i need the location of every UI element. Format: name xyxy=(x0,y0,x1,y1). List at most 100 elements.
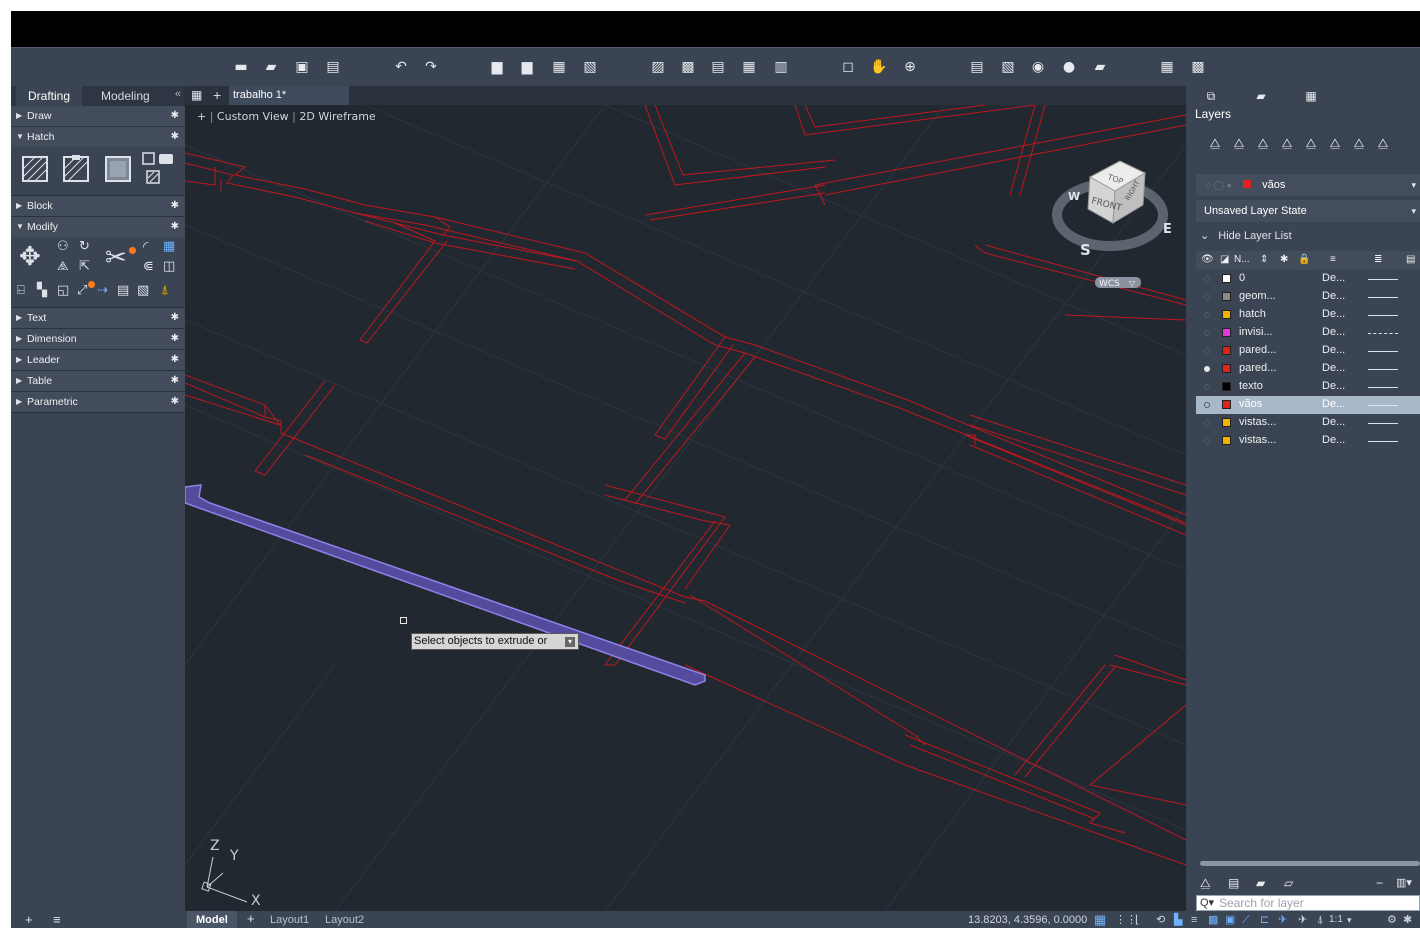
layer-color-swatch[interactable] xyxy=(1222,292,1231,301)
lineweight-column-icon[interactable]: ≣ xyxy=(1374,254,1382,265)
current-indicator-icon[interactable] xyxy=(1204,366,1210,372)
tab-layout1[interactable]: Layout1 xyxy=(270,913,309,927)
annotation-scale-icon[interactable]: ⍋ xyxy=(1317,913,1324,927)
layer-color-swatch[interactable] xyxy=(1222,418,1231,427)
open-icon[interactable]: ▰ xyxy=(262,58,280,76)
copy-icon[interactable]: ⚇ xyxy=(57,239,69,254)
save-icon[interactable]: ▣ xyxy=(293,58,311,76)
layer-row[interactable]: vãos De... xyxy=(1196,396,1420,414)
auto-scale-icon[interactable]: ✈ xyxy=(1298,913,1307,927)
gear-icon[interactable]: ✱ xyxy=(171,217,179,237)
import-icon[interactable]: ▨ xyxy=(649,58,667,76)
layer-color-swatch[interactable] xyxy=(1222,310,1231,319)
viewport-menu-button[interactable]: + xyxy=(197,110,206,123)
layer-linetype[interactable]: De... xyxy=(1322,344,1345,356)
matchprop-icon[interactable]: ▥ xyxy=(772,58,790,76)
layer-tool-icon-5[interactable]: ⧋ xyxy=(1302,134,1320,152)
lock-column-icon[interactable]: 🔒 xyxy=(1298,254,1310,265)
file-tab[interactable]: trabalho 1* xyxy=(229,86,349,105)
layer-linetype[interactable]: De... xyxy=(1322,380,1345,392)
xref-icon[interactable]: ▤ xyxy=(709,58,727,76)
layer-color-swatch[interactable] xyxy=(1222,328,1231,337)
hide-layer-list-toggle[interactable]: ⌄ Hide Layer List xyxy=(1200,229,1292,242)
grid-icon[interactable]: ▦ xyxy=(1094,913,1106,927)
name-column-header[interactable]: N... xyxy=(1234,254,1250,265)
gear-icon[interactable]: ✱ xyxy=(171,308,179,328)
boundary-icon[interactable] xyxy=(104,155,132,183)
layer-tool-icon-8[interactable]: ⧋ xyxy=(1374,134,1392,152)
annotation-scale-value[interactable]: 1:1 xyxy=(1329,913,1343,927)
dynamic-ucs-icon[interactable]: ⊏ xyxy=(1260,913,1269,927)
open-folder-icon[interactable]: ▰ xyxy=(1256,876,1265,890)
columns-menu-icon[interactable]: ▥▾ xyxy=(1396,876,1412,889)
gear-icon[interactable]: ✱ xyxy=(171,350,179,370)
view-name[interactable]: Custom View xyxy=(217,110,289,123)
coordinates-readout[interactable]: 13.8203, 4.3596, 0.0000 xyxy=(968,913,1087,927)
plot-icon[interactable]: ▆ xyxy=(488,58,506,76)
layer-linetype[interactable]: De... xyxy=(1322,272,1345,284)
gear-icon[interactable]: ✱ xyxy=(171,196,179,216)
freeze-column-icon[interactable]: ✱ xyxy=(1280,254,1288,265)
trim-icon[interactable]: ✂ xyxy=(105,243,127,273)
redo-icon[interactable]: ↷ xyxy=(422,58,440,76)
undo-icon[interactable]: ↶ xyxy=(392,58,410,76)
export-pdf-icon[interactable]: ▧ xyxy=(581,58,599,76)
layer-row[interactable]: geom... De... xyxy=(1196,288,1420,306)
collapse-palette-button[interactable]: « xyxy=(175,88,181,100)
layer-linetype[interactable]: De... xyxy=(1322,362,1345,374)
current-layer-dropdown[interactable]: ○ ◯ ● vãos ▾ xyxy=(1196,174,1420,196)
layer-color-swatch[interactable] xyxy=(1222,382,1231,391)
layer-row[interactable]: hatch De... xyxy=(1196,306,1420,324)
save-as-icon[interactable]: ▤ xyxy=(324,58,342,76)
offset-icon[interactable]: ⋐ xyxy=(143,259,154,274)
gear-icon[interactable]: ✱ xyxy=(171,329,179,349)
layer-tool-icon-1[interactable]: ⧋ xyxy=(1206,134,1224,152)
tab-modeling[interactable]: Modeling xyxy=(89,86,162,106)
section-header-parametric[interactable]: ▶ Parametric ✱ xyxy=(11,392,185,412)
snap-icon[interactable]: ⋮⋮ xyxy=(1115,913,1137,927)
gradient-icon[interactable] xyxy=(62,155,90,183)
layer-linetype[interactable]: De... xyxy=(1322,290,1345,302)
command-tooltip[interactable]: Select objects to extrude or ▾ xyxy=(411,633,579,650)
layer-search-input[interactable]: Q▾ Search for layer xyxy=(1196,895,1420,911)
section-header-table[interactable]: ▶ Table ✱ xyxy=(11,371,185,391)
mirror-icon[interactable]: ⧌ xyxy=(57,259,69,274)
dynamic-input-icon[interactable]: ⟲ xyxy=(1156,913,1165,927)
current-indicator-icon[interactable] xyxy=(1204,438,1210,444)
layer-row[interactable]: 0 De... xyxy=(1196,270,1420,288)
sheet-set-icon[interactable]: ▰ xyxy=(1091,58,1109,76)
properties-tab-icon[interactable]: ▦ xyxy=(1286,86,1336,106)
chamfer-icon[interactable]: ▤ xyxy=(117,283,129,298)
add-layout-button[interactable]: + xyxy=(247,912,255,926)
customize-icon[interactable]: ✱ xyxy=(1403,913,1412,927)
layer-linetype[interactable]: De... xyxy=(1322,416,1345,428)
layer-linetype[interactable]: De... xyxy=(1322,434,1345,446)
current-indicator-icon[interactable] xyxy=(1204,294,1210,300)
rotate-icon[interactable]: ↻ xyxy=(79,239,90,254)
scale-icon[interactable]: ◫ xyxy=(163,259,175,274)
join-icon[interactable]: ▚ xyxy=(37,283,47,298)
linetype-column-icon[interactable]: ≡ xyxy=(1330,254,1336,265)
layer-tool-icon-6[interactable]: ⧋ xyxy=(1326,134,1344,152)
dropdown-icon[interactable]: ▾ xyxy=(565,637,575,647)
current-indicator-icon[interactable] xyxy=(1204,384,1210,390)
current-indicator-icon[interactable] xyxy=(1204,276,1210,282)
chevron-down-icon[interactable]: ▾ xyxy=(1347,913,1352,927)
gear-icon[interactable]: ✱ xyxy=(171,127,179,147)
color-column-icon[interactable]: ◪ xyxy=(1220,254,1229,265)
hatch-icon[interactable] xyxy=(21,155,49,183)
section-header-dimension[interactable]: ▶ Dimension ✱ xyxy=(11,329,185,349)
layer-row[interactable]: texto De... xyxy=(1196,378,1420,396)
layer-row[interactable]: pared... De... xyxy=(1196,342,1420,360)
layer-tool-icon-7[interactable]: ⧋ xyxy=(1350,134,1368,152)
layer-color-swatch[interactable] xyxy=(1222,346,1231,355)
layer-properties-icon[interactable]: ▧ xyxy=(999,58,1017,76)
new-tab-button[interactable]: + xyxy=(213,87,221,103)
section-header-leader[interactable]: ▶ Leader ✱ xyxy=(11,350,185,370)
start-tab-grid-icon[interactable]: ▦ xyxy=(191,89,204,102)
layers-tab-icon[interactable]: ⧉ xyxy=(1186,86,1236,106)
layer-linetype[interactable]: De... xyxy=(1322,308,1345,320)
gear-icon[interactable]: ✱ xyxy=(171,106,179,126)
fillet-icon[interactable]: ◜ xyxy=(143,239,148,255)
quickcalc-icon[interactable]: ◉ xyxy=(1029,58,1047,76)
